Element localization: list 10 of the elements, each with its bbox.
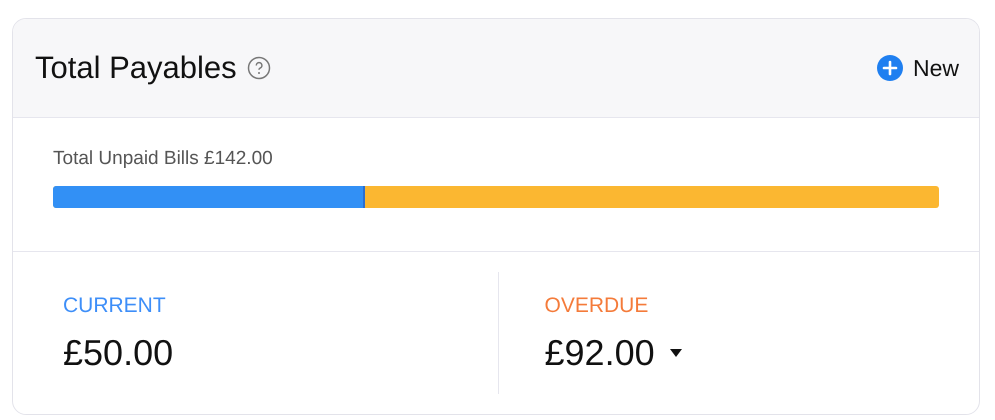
card-title: Total Payables [35,50,237,86]
plus-icon [876,55,903,81]
caret-icon[interactable] [668,348,683,358]
bucket-label: CURRENT [63,294,166,318]
bucket-amount: £50.00 [63,332,174,374]
bucket-amount: £92.00 [544,332,655,374]
unpaid-label: Total Unpaid Bills £142.00 [53,148,273,170]
bucket-label: OVERDUE [544,294,648,318]
help-icon[interactable] [246,56,271,80]
new-button[interactable]: New [876,50,959,86]
